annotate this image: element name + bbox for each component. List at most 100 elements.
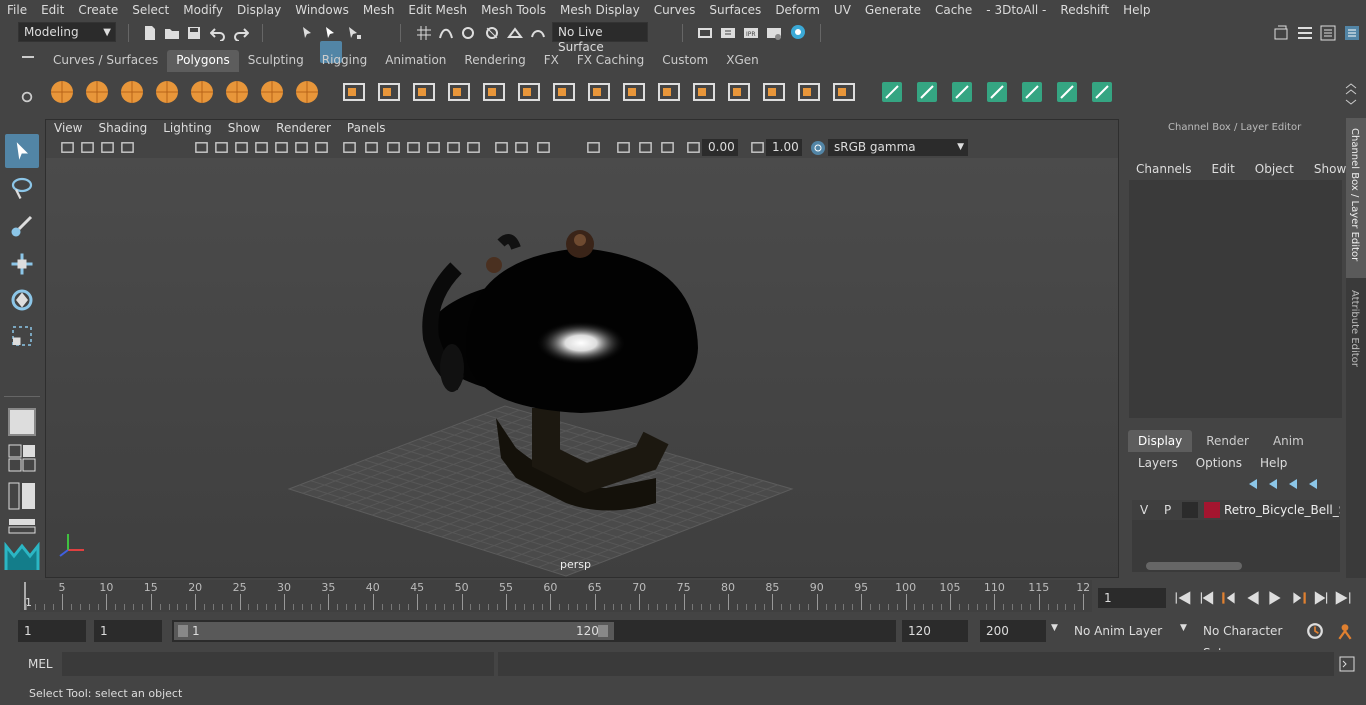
scene-view[interactable]: persp [46, 158, 1118, 577]
menu-redshift[interactable]: Redshift [1053, 3, 1116, 17]
poly-cone-icon[interactable] [153, 78, 181, 106]
range-slider[interactable]: 1 120 [172, 620, 896, 642]
poly-pyramid-icon[interactable] [258, 78, 286, 106]
exposure-field[interactable]: 0.00 [702, 139, 738, 156]
poly-cylinder-icon[interactable] [118, 78, 146, 106]
layer-type-toggle[interactable] [1182, 502, 1198, 518]
shelf-scroll-icon[interactable] [1344, 82, 1358, 106]
layer-row[interactable]: V P Retro_Bicycle_Bell_Stai [1132, 500, 1340, 520]
poly-torus-icon[interactable] [223, 78, 251, 106]
camera-attributes-icon[interactable] [80, 140, 95, 155]
layer-playback-toggle[interactable]: P [1164, 503, 1171, 517]
select-object-icon[interactable] [323, 25, 339, 41]
layer-tab-render[interactable]: Render [1196, 430, 1259, 452]
layer-menu-layers[interactable]: Layers [1128, 454, 1186, 474]
live-surface-field[interactable]: No Live Surface [552, 22, 648, 54]
attribute-editor-toggle-icon[interactable] [1297, 25, 1313, 41]
playback-end-field[interactable]: 120 [902, 620, 968, 642]
snap-point-icon[interactable] [460, 25, 476, 41]
colorspace-dropdown[interactable]: sRGB gamma ▼ [828, 139, 968, 156]
camera-map-icon[interactable] [913, 78, 941, 106]
workspace-icon[interactable] [1273, 25, 1289, 41]
channel-list[interactable] [1129, 180, 1342, 418]
menu-curves[interactable]: Curves [647, 3, 703, 17]
menu-file[interactable]: File [0, 3, 34, 17]
rotate-tool-icon[interactable] [10, 288, 34, 312]
render-settings-icon[interactable] [766, 25, 782, 41]
append-icon[interactable] [795, 78, 823, 106]
combine-icon[interactable] [340, 78, 368, 106]
depth-of-field-icon[interactable] [536, 140, 551, 155]
range-slider-handle[interactable] [174, 622, 614, 640]
mode-selector[interactable]: Modeling ▼ [18, 22, 116, 42]
poly-plane-icon[interactable] [188, 78, 216, 106]
redo-icon[interactable] [233, 25, 249, 41]
layer-tab-anim[interactable]: Anim [1263, 430, 1314, 452]
shelf-tab-fx-caching[interactable]: FX Caching [568, 50, 653, 72]
ipr-render-icon[interactable]: IPR [743, 25, 759, 41]
hypershade-icon[interactable] [790, 24, 806, 40]
menu-windows[interactable]: Windows [288, 3, 356, 17]
fill-hole-icon[interactable] [550, 78, 578, 106]
gamma-field[interactable]: 1.00 [766, 139, 802, 156]
command-input[interactable] [62, 652, 494, 676]
menu-mesh-display[interactable]: Mesh Display [553, 3, 647, 17]
shelf-tab-polygons[interactable]: Polygons [167, 50, 239, 72]
lasso-tool-icon[interactable] [10, 176, 34, 200]
select-hierarchy-icon[interactable] [300, 25, 316, 41]
channel-box-toggle-icon[interactable] [1344, 25, 1360, 41]
menu-help[interactable]: Help [1116, 3, 1157, 17]
shelf-settings-icon[interactable] [20, 90, 34, 104]
channel-menu-object[interactable]: Object [1247, 150, 1306, 176]
menu-deform[interactable]: Deform [768, 3, 827, 17]
shelf-tab-curves-surfaces[interactable]: Curves / Surfaces [44, 50, 167, 72]
poly-sphere-icon[interactable] [48, 78, 76, 106]
channel-menu-edit[interactable]: Edit [1204, 150, 1247, 176]
film-gate-icon[interactable] [214, 140, 229, 155]
auto-key-icon[interactable] [1336, 622, 1354, 640]
gamma-icon[interactable] [750, 140, 765, 155]
poly-cube-icon[interactable] [83, 78, 111, 106]
current-frame-field[interactable]: 1 [1098, 588, 1166, 608]
render-current-icon[interactable] [720, 25, 736, 41]
layer-scrollbar[interactable] [1132, 560, 1340, 572]
render-view-icon[interactable] [697, 25, 713, 41]
shelf-menu-icon[interactable] [22, 56, 34, 58]
field-chart-icon[interactable] [274, 140, 289, 155]
single-perspective-layout[interactable] [8, 408, 36, 436]
shelf-tab-custom[interactable]: Custom [653, 50, 717, 72]
bevel-icon[interactable] [690, 78, 718, 106]
animation-start-field[interactable]: 1 [18, 620, 86, 642]
color-management-icon[interactable] [810, 140, 826, 156]
motion-blur-icon[interactable] [494, 140, 509, 155]
shadows-icon[interactable] [446, 140, 461, 155]
bridge-icon[interactable] [655, 78, 683, 106]
xray-icon[interactable] [616, 140, 631, 155]
exposure-icon[interactable] [686, 140, 701, 155]
move-tool-icon[interactable] [10, 252, 34, 276]
menu-select[interactable]: Select [125, 3, 176, 17]
menu-mesh-tools[interactable]: Mesh Tools [474, 3, 553, 17]
select-tool[interactable] [5, 134, 39, 168]
live-surface-icon[interactable] [530, 25, 546, 41]
triangulate-icon[interactable] [480, 78, 508, 106]
step-forward-frame-icon[interactable] [1290, 589, 1308, 607]
snap-curve-icon[interactable] [438, 25, 454, 41]
mel-label[interactable]: MEL [28, 657, 53, 671]
shelf-tab-fx[interactable]: FX [535, 50, 568, 72]
channel-menu-channels[interactable]: Channels [1124, 150, 1204, 176]
anti-alias-icon[interactable] [514, 140, 529, 155]
script-editor-icon[interactable] [1339, 656, 1355, 672]
menu-surfaces[interactable]: Surfaces [702, 3, 768, 17]
select-component-icon[interactable] [346, 25, 362, 41]
smooth-icon[interactable] [445, 78, 473, 106]
snap-grid-icon[interactable] [416, 25, 432, 41]
side-tab-channel-box[interactable]: Channel Box / Layer Editor [1346, 118, 1366, 278]
uv-editor-icon[interactable] [983, 78, 1011, 106]
snap-view-icon[interactable] [484, 25, 500, 41]
merge-icon[interactable] [760, 78, 788, 106]
image-plane-icon[interactable] [120, 140, 135, 155]
ambient-occlusion-icon[interactable] [466, 140, 481, 155]
poly-pipe-icon[interactable] [293, 78, 321, 106]
separate-icon[interactable] [375, 78, 403, 106]
